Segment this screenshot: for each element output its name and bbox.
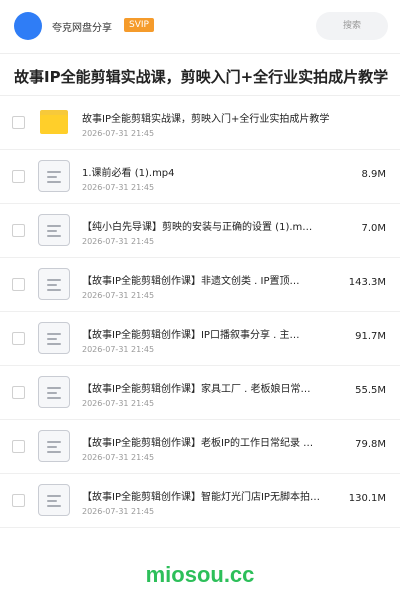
site-name: 夸克网盘分享 <box>52 23 112 34</box>
file-date: 2026-07-31 21:45 <box>82 237 155 246</box>
file-name: 【故事IP全能剪辑创作课】非遗文创类 . IP置顶… <box>82 276 300 287</box>
file-name: 故事IP全能剪辑实战课，剪映入门+全行业实拍成片教学 <box>82 114 330 125</box>
file-date: 2026-07-31 21:45 <box>82 507 155 516</box>
checkbox[interactable] <box>12 386 25 399</box>
list-item[interactable]: 【故事IP全能剪辑创作课】老板IP的工作日常纪录 … 2026-07-31 21… <box>0 420 400 474</box>
file-date: 2026-07-31 21:45 <box>82 129 155 138</box>
file-size: 8.9M <box>361 169 386 180</box>
file-name: 【纯小白先导课】剪映的安装与正确的设置 (1).m… <box>82 222 313 233</box>
checkbox[interactable] <box>12 170 25 183</box>
list-item[interactable]: 【纯小白先导课】剪映的安装与正确的设置 (1).m… 2026-07-31 21… <box>0 204 400 258</box>
file-name: 【故事IP全能剪辑创作课】家具工厂 . 老板娘日常… <box>82 384 311 395</box>
file-name: 1.课前必看 (1).mp4 <box>82 168 175 179</box>
header-bar: 夸克网盘分享 SVIP 搜索 <box>0 0 400 54</box>
folder-icon <box>40 110 68 134</box>
avatar[interactable] <box>14 12 42 40</box>
watermark: miosou.cc <box>145 562 255 587</box>
share-title: 故事IP全能剪辑实战课，剪映入门+全行业实拍成片教学 <box>14 68 389 86</box>
file-size: 7.0M <box>361 223 386 234</box>
list-item[interactable]: 【故事IP全能剪辑创作课】智能灯光门店IP无脚本拍… 2026-07-31 21… <box>0 474 400 528</box>
list-item[interactable]: 【故事IP全能剪辑创作课】非遗文创类 . IP置顶… 2026-07-31 21… <box>0 258 400 312</box>
checkbox[interactable] <box>12 332 25 345</box>
list-item[interactable]: 【故事IP全能剪辑创作课】IP口播叙事分享 . 主… 2026-07-31 21… <box>0 312 400 366</box>
file-icon <box>38 484 70 516</box>
file-date: 2026-07-31 21:45 <box>82 291 155 300</box>
search-button[interactable]: 搜索 <box>316 12 388 40</box>
file-date: 2026-07-31 21:45 <box>82 345 155 354</box>
checkbox[interactable] <box>12 494 25 507</box>
file-size: 91.7M <box>355 331 386 342</box>
file-name: 【故事IP全能剪辑创作课】智能灯光门店IP无脚本拍… <box>82 492 320 503</box>
checkbox[interactable] <box>12 116 25 129</box>
file-icon <box>38 376 70 408</box>
file-size: 55.5M <box>355 385 386 396</box>
file-date: 2026-07-31 21:45 <box>82 453 155 462</box>
file-size: 79.8M <box>355 439 386 450</box>
list-item[interactable]: 1.课前必看 (1).mp4 2026-07-31 21:45 8.9M <box>0 150 400 204</box>
file-icon <box>38 160 70 192</box>
file-size: 130.1M <box>348 493 386 504</box>
list-item[interactable]: 【故事IP全能剪辑创作课】家具工厂 . 老板娘日常… 2026-07-31 21… <box>0 366 400 420</box>
file-icon <box>38 214 70 246</box>
file-icon <box>38 430 70 462</box>
checkbox[interactable] <box>12 278 25 291</box>
file-name: 【故事IP全能剪辑创作课】老板IP的工作日常纪录 … <box>82 438 314 449</box>
file-name: 【故事IP全能剪辑创作课】IP口播叙事分享 . 主… <box>82 330 300 341</box>
file-date: 2026-07-31 21:45 <box>82 183 155 192</box>
file-icon <box>38 268 70 300</box>
checkbox[interactable] <box>12 224 25 237</box>
file-date: 2026-07-31 21:45 <box>82 399 155 408</box>
svip-badge: SVIP <box>124 18 154 32</box>
checkbox[interactable] <box>12 440 25 453</box>
file-size: 143.3M <box>348 277 386 288</box>
list-item[interactable]: 故事IP全能剪辑实战课，剪映入门+全行业实拍成片教学 2026-07-31 21… <box>0 96 400 150</box>
file-icon <box>38 322 70 354</box>
